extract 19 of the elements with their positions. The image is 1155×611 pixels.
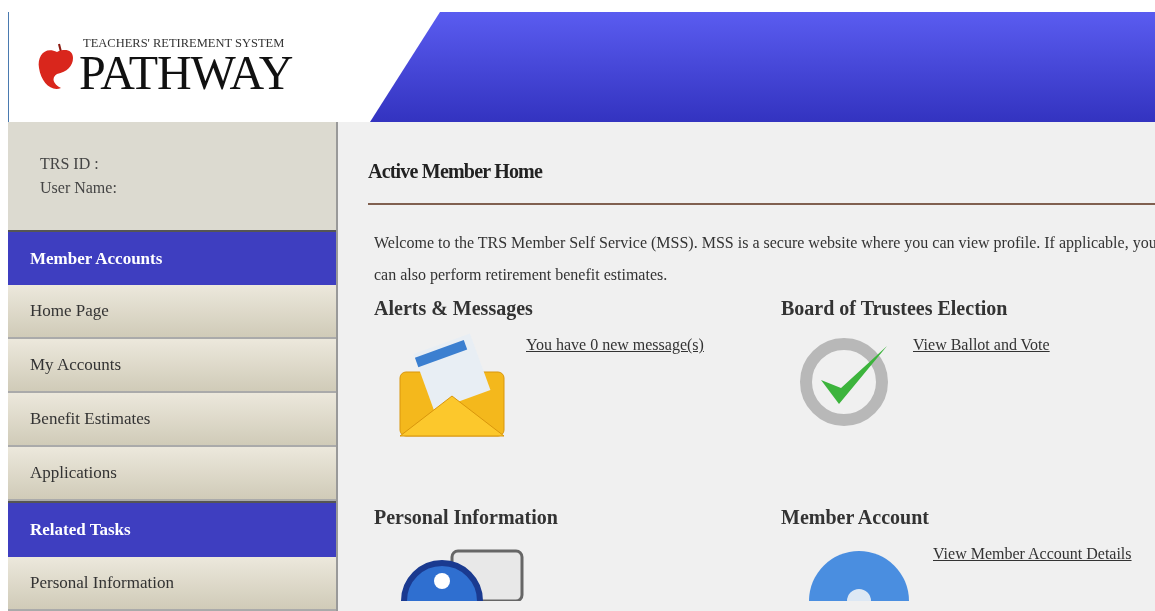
logo-wordmark: PATHWAY: [79, 49, 293, 98]
section-title: Board of Trustees Election: [781, 297, 1009, 320]
sidebar-item[interactable]: Home Page: [8, 285, 336, 340]
sidebar-item[interactable]: Applications: [8, 447, 336, 502]
section-link[interactable]: View Member Account Details: [933, 545, 1132, 563]
section-title: Member Account: [781, 506, 930, 529]
sidebar-item[interactable]: My Accounts: [8, 339, 336, 394]
sidebar-item[interactable]: Benefit Estimates: [8, 393, 336, 448]
user-info-label: User Name:: [40, 177, 118, 198]
section-title: Alerts & Messages: [374, 297, 534, 320]
logo-tagline: TEACHERS' RETIREMENT SYSTEM: [83, 36, 286, 50]
section-link[interactable]: View Ballot and Vote: [913, 336, 1050, 354]
page-title: Active Member Home: [368, 160, 1155, 205]
section-link[interactable]: You have 0 new message(s): [526, 336, 704, 354]
sidebar-section-header: Related Tasks: [8, 501, 336, 557]
sidebar-section-header: Member Accounts: [8, 229, 336, 286]
user-info-label: TRS ID :: [40, 153, 100, 174]
section-title: Personal Information: [374, 506, 559, 529]
sidebar-item[interactable]: Personal Information: [8, 557, 336, 611]
